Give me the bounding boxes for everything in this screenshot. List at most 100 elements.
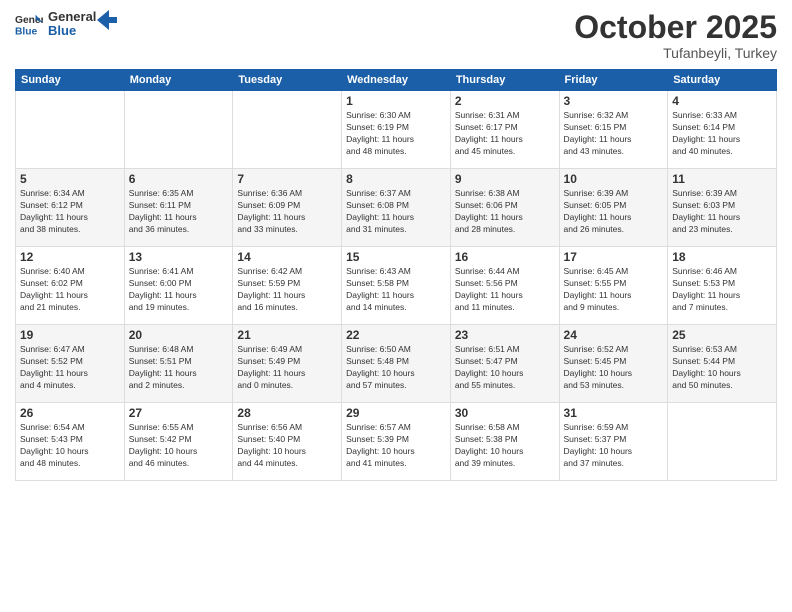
month-title: October 2025 — [574, 10, 777, 45]
calendar-cell: 31 Sunrise: 6:59 AM Sunset: 5:37 PM Dayli… — [559, 403, 668, 481]
day-info: Sunrise: 6:57 AM Sunset: 5:39 PM Dayligh… — [346, 422, 446, 470]
calendar-cell — [124, 91, 233, 169]
day-info: Sunrise: 6:56 AM Sunset: 5:40 PM Dayligh… — [237, 422, 337, 470]
day-number: 15 — [346, 250, 446, 264]
day-number: 21 — [237, 328, 337, 342]
calendar-cell: 15 Sunrise: 6:43 AM Sunset: 5:58 PM Dayli… — [342, 247, 451, 325]
day-number: 26 — [20, 406, 120, 420]
calendar-cell: 14 Sunrise: 6:42 AM Sunset: 5:59 PM Dayli… — [233, 247, 342, 325]
location-subtitle: Tufanbeyli, Turkey — [574, 45, 777, 61]
day-number: 22 — [346, 328, 446, 342]
calendar-cell: 30Sunrise: 6:58 AM Sunset: 5:38 PM Dayli… — [450, 403, 559, 481]
day-info: Sunrise: 6:39 AM Sunset: 6:03 PM Dayligh… — [672, 188, 772, 236]
day-info: Sunrise: 6:42 AM Sunset: 5:59 PM Dayligh… — [237, 266, 337, 314]
calendar-week-row: 5Sunrise: 6:34 AM Sunset: 6:12 PM Daylig… — [16, 169, 777, 247]
day-number: 27 — [129, 406, 229, 420]
calendar-cell: 22Sunrise: 6:50 AM Sunset: 5:48 PM Dayli… — [342, 325, 451, 403]
day-number: 14 — [237, 250, 337, 264]
day-number: 31 — [564, 406, 664, 420]
day-number: 29 — [346, 406, 446, 420]
day-info: Sunrise: 6:41 AM Sunset: 6:00 PM Dayligh… — [129, 266, 229, 314]
day-info: Sunrise: 6:39 AM Sunset: 6:05 PM Dayligh… — [564, 188, 664, 236]
calendar-cell: 23 Sunrise: 6:51 AM Sunset: 5:47 PM Dayli… — [450, 325, 559, 403]
calendar-cell: 19 Sunrise: 6:47 AM Sunset: 5:52 PM Dayli… — [16, 325, 125, 403]
day-info: Sunrise: 6:43 AM Sunset: 5:58 PM Dayligh… — [346, 266, 446, 314]
calendar-cell — [233, 91, 342, 169]
calendar-cell: 25Sunrise: 6:53 AM Sunset: 5:44 PM Dayli… — [668, 325, 777, 403]
day-info: Sunrise: 6:34 AM Sunset: 6:12 PM Dayligh… — [20, 188, 120, 236]
day-number: 8 — [346, 172, 446, 186]
day-number: 24 — [564, 328, 664, 342]
logo-general: General — [48, 10, 96, 24]
day-number: 18 — [672, 250, 772, 264]
calendar-cell: 29 Sunrise: 6:57 AM Sunset: 5:39 PM Dayli… — [342, 403, 451, 481]
calendar-cell: 26Sunrise: 6:54 AM Sunset: 5:43 PM Dayli… — [16, 403, 125, 481]
calendar-cell: 20 Sunrise: 6:48 AM Sunset: 5:51 PM Dayli… — [124, 325, 233, 403]
calendar-cell — [16, 91, 125, 169]
day-info: Sunrise: 6:55 AM Sunset: 5:42 PM Dayligh… — [129, 422, 229, 470]
calendar-week-row: 26Sunrise: 6:54 AM Sunset: 5:43 PM Dayli… — [16, 403, 777, 481]
day-info: Sunrise: 6:32 AM Sunset: 6:15 PM Dayligh… — [564, 110, 664, 158]
logo-arrow-icon — [97, 10, 117, 30]
calendar-cell: 9 Sunrise: 6:38 AM Sunset: 6:06 PM Daylig… — [450, 169, 559, 247]
calendar-cell: 12 Sunrise: 6:40 AM Sunset: 6:02 PM Dayli… — [16, 247, 125, 325]
day-number: 2 — [455, 94, 555, 108]
day-number: 4 — [672, 94, 772, 108]
calendar-week-row: 1 Sunrise: 6:30 AM Sunset: 6:19 PM Daylig… — [16, 91, 777, 169]
day-info: Sunrise: 6:44 AM Sunset: 5:56 PM Dayligh… — [455, 266, 555, 314]
day-info: Sunrise: 6:35 AM Sunset: 6:11 PM Dayligh… — [129, 188, 229, 236]
logo-blue: Blue — [48, 24, 96, 38]
day-number: 19 — [20, 328, 120, 342]
calendar-header-tuesday: Tuesday — [233, 70, 342, 91]
logo-icon: General Blue — [15, 10, 43, 38]
calendar-table: SundayMondayTuesdayWednesdayThursdayFrid… — [15, 69, 777, 481]
day-number: 1 — [346, 94, 446, 108]
day-number: 9 — [455, 172, 555, 186]
day-info: Sunrise: 6:36 AM Sunset: 6:09 PM Dayligh… — [237, 188, 337, 236]
day-number: 7 — [237, 172, 337, 186]
day-number: 30 — [455, 406, 555, 420]
svg-text:Blue: Blue — [15, 27, 38, 38]
calendar-cell: 1 Sunrise: 6:30 AM Sunset: 6:19 PM Daylig… — [342, 91, 451, 169]
day-info: Sunrise: 6:40 AM Sunset: 6:02 PM Dayligh… — [20, 266, 120, 314]
day-number: 3 — [564, 94, 664, 108]
day-number: 12 — [20, 250, 120, 264]
page: General Blue General Blue October 2025 T… — [0, 0, 792, 612]
day-info: Sunrise: 6:59 AM Sunset: 5:37 PM Dayligh… — [564, 422, 664, 470]
calendar-header-thursday: Thursday — [450, 70, 559, 91]
calendar-cell: 7 Sunrise: 6:36 AM Sunset: 6:09 PM Daylig… — [233, 169, 342, 247]
calendar-header-wednesday: Wednesday — [342, 70, 451, 91]
day-number: 16 — [455, 250, 555, 264]
day-info: Sunrise: 6:52 AM Sunset: 5:45 PM Dayligh… — [564, 344, 664, 392]
calendar-header-saturday: Saturday — [668, 70, 777, 91]
calendar-cell: 11Sunrise: 6:39 AM Sunset: 6:03 PM Dayli… — [668, 169, 777, 247]
day-info: Sunrise: 6:51 AM Sunset: 5:47 PM Dayligh… — [455, 344, 555, 392]
day-number: 28 — [237, 406, 337, 420]
day-info: Sunrise: 6:48 AM Sunset: 5:51 PM Dayligh… — [129, 344, 229, 392]
calendar-cell: 8Sunrise: 6:37 AM Sunset: 6:08 PM Daylig… — [342, 169, 451, 247]
day-info: Sunrise: 6:45 AM Sunset: 5:55 PM Dayligh… — [564, 266, 664, 314]
calendar-cell: 10 Sunrise: 6:39 AM Sunset: 6:05 PM Dayli… — [559, 169, 668, 247]
day-info: Sunrise: 6:47 AM Sunset: 5:52 PM Dayligh… — [20, 344, 120, 392]
calendar-cell: 21 Sunrise: 6:49 AM Sunset: 5:49 PM Dayli… — [233, 325, 342, 403]
day-info: Sunrise: 6:31 AM Sunset: 6:17 PM Dayligh… — [455, 110, 555, 158]
day-info: Sunrise: 6:33 AM Sunset: 6:14 PM Dayligh… — [672, 110, 772, 158]
day-number: 17 — [564, 250, 664, 264]
day-info: Sunrise: 6:46 AM Sunset: 5:53 PM Dayligh… — [672, 266, 772, 314]
day-number: 20 — [129, 328, 229, 342]
day-info: Sunrise: 6:30 AM Sunset: 6:19 PM Dayligh… — [346, 110, 446, 158]
day-number: 10 — [564, 172, 664, 186]
calendar-cell: 4 Sunrise: 6:33 AM Sunset: 6:14 PM Daylig… — [668, 91, 777, 169]
calendar-cell: 13Sunrise: 6:41 AM Sunset: 6:00 PM Dayli… — [124, 247, 233, 325]
calendar-cell: 16 Sunrise: 6:44 AM Sunset: 5:56 PM Dayli… — [450, 247, 559, 325]
header: General Blue General Blue October 2025 T… — [15, 10, 777, 61]
day-number: 23 — [455, 328, 555, 342]
day-info: Sunrise: 6:38 AM Sunset: 6:06 PM Dayligh… — [455, 188, 555, 236]
title-block: October 2025 Tufanbeyli, Turkey — [574, 10, 777, 61]
day-info: Sunrise: 6:53 AM Sunset: 5:44 PM Dayligh… — [672, 344, 772, 392]
day-number: 6 — [129, 172, 229, 186]
calendar-cell: 3 Sunrise: 6:32 AM Sunset: 6:15 PM Daylig… — [559, 91, 668, 169]
day-info: Sunrise: 6:49 AM Sunset: 5:49 PM Dayligh… — [237, 344, 337, 392]
calendar-cell: 27 Sunrise: 6:55 AM Sunset: 5:42 PM Dayli… — [124, 403, 233, 481]
logo: General Blue General Blue — [15, 10, 117, 39]
